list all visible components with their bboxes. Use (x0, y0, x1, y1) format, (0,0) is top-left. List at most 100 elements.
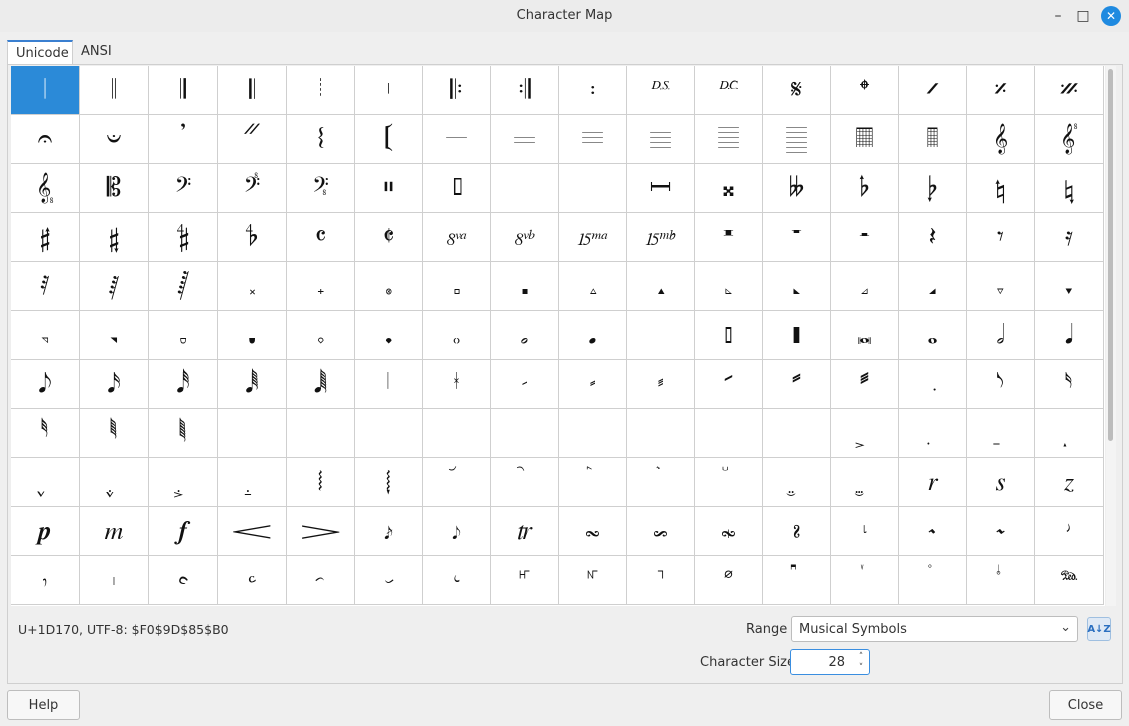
char-cell[interactable]: 𝄹 (627, 213, 695, 262)
char-cell[interactable]: 𝅾 (1035, 409, 1104, 458)
char-cell[interactable]: 𝄉 (627, 66, 695, 115)
character-size-input[interactable] (795, 653, 845, 671)
char-cell[interactable]: 𝄨 (559, 164, 627, 213)
char-cell[interactable]: 𝄤 (287, 164, 355, 213)
help-button[interactable]: Help (7, 690, 80, 720)
char-cell[interactable]: 𝆟 (11, 556, 80, 605)
char-cell[interactable]: 𝆎 (1035, 458, 1104, 507)
char-cell[interactable]: 𝄈 (559, 66, 627, 115)
tab-unicode[interactable]: Unicode (7, 40, 73, 65)
char-cell[interactable]: 𝆅 (423, 458, 491, 507)
char-cell[interactable]: 𝄅 (355, 66, 423, 115)
char-cell[interactable]: 𝅘𝅥𝅰 (149, 360, 218, 409)
char-cell[interactable]: 𝄛 (763, 115, 831, 164)
char-cell[interactable]: 𝅘 (559, 311, 627, 360)
char-cell[interactable]: 𝄦 (423, 164, 491, 213)
char-cell[interactable]: 𝅉 (627, 262, 695, 311)
char-cell[interactable]: 𝄲 (149, 213, 218, 262)
char-cell[interactable]: 𝄧 (491, 164, 559, 213)
char-cell[interactable]: 𝄓 (218, 115, 287, 164)
char-cell[interactable]: 𝆊 (763, 458, 831, 507)
char-cell[interactable]: 𝄳 (218, 213, 287, 262)
char-cell[interactable]: 𝅘𝅥𝅲 (287, 360, 355, 409)
char-cell[interactable]: 𝆁 (149, 458, 218, 507)
char-cell[interactable]: 𝅈 (559, 262, 627, 311)
spin-down-icon[interactable]: ˅ (853, 662, 869, 674)
char-cell[interactable]: 𝆥 (423, 556, 491, 605)
char-cell[interactable]: 𝆧 (559, 556, 627, 605)
char-cell[interactable]: 𝅪 (695, 360, 763, 409)
char-cell[interactable]: 𝆚 (763, 507, 831, 556)
char-cell[interactable]: 𝅌 (831, 262, 899, 311)
close-icon[interactable]: ✕ (1101, 6, 1121, 26)
char-cell[interactable]: 𝅚 (695, 311, 763, 360)
char-cell[interactable]: 𝅂 (149, 262, 218, 311)
char-cell[interactable] (559, 409, 627, 458)
char-cell[interactable]: 𝅥 (355, 360, 423, 409)
char-cell[interactable] (695, 409, 763, 458)
char-cell[interactable]: 𝅋 (763, 262, 831, 311)
char-cell[interactable]: 𝆡 (149, 556, 218, 605)
char-cell[interactable]: 𝆨 (627, 556, 695, 605)
char-cell[interactable] (355, 409, 423, 458)
char-cell[interactable]: 𝄎 (967, 66, 1035, 115)
char-cell[interactable]: 𝆬 (899, 556, 967, 605)
char-cell[interactable]: 𝄑 (80, 115, 149, 164)
char-cell[interactable]: 𝄊 (695, 66, 763, 115)
char-cell[interactable]: 𝅼 (899, 409, 967, 458)
char-cell[interactable]: 𝅻 (831, 409, 899, 458)
char-cell[interactable]: 𝄭 (899, 164, 967, 213)
char-cell[interactable]: 𝆢 (218, 556, 287, 605)
char-cell[interactable] (218, 409, 287, 458)
char-cell[interactable]: 𝆏 (11, 507, 80, 556)
char-cell[interactable]: 𝅀 (11, 262, 80, 311)
char-cell[interactable]: 𝄒 (149, 115, 218, 164)
char-cell[interactable]: 𝅇 (491, 262, 559, 311)
char-cell[interactable]: 𝄂 (149, 66, 218, 115)
char-cell[interactable]: 𝆪 (763, 556, 831, 605)
char-cell[interactable]: 𝅛 (763, 311, 831, 360)
char-cell[interactable]: 𝅒 (149, 311, 218, 360)
char-cell[interactable]: 𝄻 (763, 213, 831, 262)
char-cell[interactable]: 𝆒 (218, 507, 287, 556)
tab-ansi[interactable]: ANSI (73, 40, 123, 65)
char-cell[interactable]: 𝄿 (1035, 213, 1104, 262)
char-cell[interactable]: 𝆙 (695, 507, 763, 556)
char-cell[interactable]: 𝄆 (423, 66, 491, 115)
char-cell[interactable]: 𝆀 (80, 458, 149, 507)
char-cell[interactable]: 𝄐 (11, 115, 80, 164)
char-cell[interactable]: 𝄼 (831, 213, 899, 262)
char-cell[interactable]: 𝅯 (1035, 360, 1104, 409)
char-cell[interactable]: 𝅔 (287, 311, 355, 360)
char-cell[interactable]: 𝄔 (287, 115, 355, 164)
char-cell[interactable]: 𝅄 (287, 262, 355, 311)
char-cell[interactable]: 𝄺 (695, 213, 763, 262)
char-cell[interactable]: 𝆕 (423, 507, 491, 556)
char-cell[interactable]: 𝄜 (831, 115, 899, 164)
char-cell[interactable]: 𝆮 (1035, 556, 1104, 605)
char-cell[interactable]: 𝆔 (355, 507, 423, 556)
char-cell[interactable]: 𝄍 (899, 66, 967, 115)
char-cell[interactable]: 𝆩 (695, 556, 763, 605)
char-cell[interactable]: 𝆣 (287, 556, 355, 605)
char-cell[interactable]: 𝆆 (491, 458, 559, 507)
char-cell[interactable]: 𝅘𝅥𝅯 (80, 360, 149, 409)
char-cell[interactable]: 𝄬 (831, 164, 899, 213)
char-cell[interactable]: 𝆤 (355, 556, 423, 605)
char-cell[interactable]: 𝄝 (899, 115, 967, 164)
char-cell[interactable]: 𝄽 (899, 213, 967, 262)
char-cell[interactable]: 𝆝 (967, 507, 1035, 556)
char-cell[interactable]: 𝄣 (218, 164, 287, 213)
char-cell[interactable] (763, 409, 831, 458)
char-cell[interactable]: 𝅲 (149, 409, 218, 458)
char-cell[interactable] (287, 409, 355, 458)
char-cell[interactable]: 𝆦 (491, 556, 559, 605)
char-cell[interactable]: 𝆠 (80, 556, 149, 605)
char-cell[interactable]: 𝄕 (355, 115, 423, 164)
char-cell[interactable]: 𝄌 (831, 66, 899, 115)
char-cell[interactable]: 𝄋 (763, 66, 831, 115)
char-cell[interactable]: 𝅝 (899, 311, 967, 360)
char-cell[interactable]: 𝅐 (11, 311, 80, 360)
char-cell[interactable]: 𝄠 (11, 164, 80, 213)
char-cell[interactable]: 𝄯 (1035, 164, 1104, 213)
